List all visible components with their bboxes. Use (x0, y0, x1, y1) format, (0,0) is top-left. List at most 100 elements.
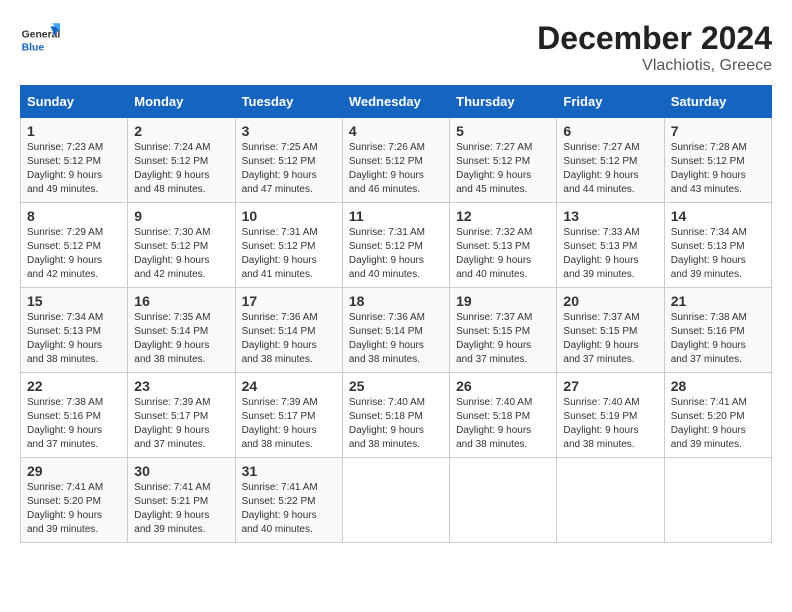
day-number: 7 (671, 123, 765, 139)
calendar-cell: 13 Sunrise: 7:33 AMSunset: 5:13 PMDayligh… (557, 203, 664, 288)
weekday-header: Wednesday (342, 86, 449, 118)
day-number: 5 (456, 123, 550, 139)
calendar-cell (664, 458, 771, 543)
calendar-cell: 9 Sunrise: 7:30 AMSunset: 5:12 PMDaylight… (128, 203, 235, 288)
cell-info: Sunrise: 7:32 AMSunset: 5:13 PMDaylight:… (456, 226, 550, 282)
day-number: 30 (134, 463, 228, 479)
weekday-header: Tuesday (235, 86, 342, 118)
calendar-cell: 4 Sunrise: 7:26 AMSunset: 5:12 PMDaylight… (342, 118, 449, 203)
day-number: 11 (349, 208, 443, 224)
cell-info: Sunrise: 7:39 AMSunset: 5:17 PMDaylight:… (134, 396, 228, 452)
cell-info: Sunrise: 7:38 AMSunset: 5:16 PMDaylight:… (27, 396, 121, 452)
calendar-cell: 18 Sunrise: 7:36 AMSunset: 5:14 PMDayligh… (342, 288, 449, 373)
day-number: 10 (242, 208, 336, 224)
day-number: 12 (456, 208, 550, 224)
day-number: 25 (349, 378, 443, 394)
calendar-cell: 2Sunrise: 7:24 AMSunset: 5:12 PMDaylight… (128, 118, 235, 203)
cell-info: Sunrise: 7:40 AMSunset: 5:19 PMDaylight:… (563, 396, 657, 452)
day-number: 21 (671, 293, 765, 309)
cell-info: Sunrise: 7:28 AMSunset: 5:12 PMDaylight:… (671, 141, 765, 197)
weekday-header: Thursday (450, 86, 557, 118)
cell-info: Sunrise: 7:27 AMSunset: 5:12 PMDaylight:… (563, 141, 657, 197)
calendar-cell: 20 Sunrise: 7:37 AMSunset: 5:15 PMDayligh… (557, 288, 664, 373)
calendar-cell: 6 Sunrise: 7:27 AMSunset: 5:12 PMDaylight… (557, 118, 664, 203)
cell-info: Sunrise: 7:23 AMSunset: 5:12 PMDaylight:… (27, 141, 121, 197)
cell-info: Sunrise: 7:37 AMSunset: 5:15 PMDaylight:… (456, 311, 550, 367)
day-number: 31 (242, 463, 336, 479)
cell-info: Sunrise: 7:36 AMSunset: 5:14 PMDaylight:… (349, 311, 443, 367)
cell-info: Sunrise: 7:38 AMSunset: 5:16 PMDaylight:… (671, 311, 765, 367)
cell-info: Sunrise: 7:27 AMSunset: 5:12 PMDaylight:… (456, 141, 550, 197)
page-header: General Blue December 2024 Vlachiotis, G… (20, 20, 772, 75)
calendar-cell: 16 Sunrise: 7:35 AMSunset: 5:14 PMDayligh… (128, 288, 235, 373)
day-number: 20 (563, 293, 657, 309)
weekday-header: Sunday (21, 86, 128, 118)
day-number: 18 (349, 293, 443, 309)
calendar-cell (557, 458, 664, 543)
calendar-cell: 21 Sunrise: 7:38 AMSunset: 5:16 PMDayligh… (664, 288, 771, 373)
cell-info: Sunrise: 7:34 AMSunset: 5:13 PMDaylight:… (671, 226, 765, 282)
calendar-cell: 5 Sunrise: 7:27 AMSunset: 5:12 PMDaylight… (450, 118, 557, 203)
cell-info: Sunrise: 7:31 AMSunset: 5:12 PMDaylight:… (349, 226, 443, 282)
day-number: 6 (563, 123, 657, 139)
calendar-cell: 8 Sunrise: 7:29 AMSunset: 5:12 PMDaylight… (21, 203, 128, 288)
cell-info: Sunrise: 7:41 AMSunset: 5:20 PMDaylight:… (27, 481, 121, 537)
day-number: 29 (27, 463, 121, 479)
cell-info: Sunrise: 7:24 AMSunset: 5:12 PMDaylight:… (134, 141, 228, 197)
calendar-cell: 30 Sunrise: 7:41 AMSunset: 5:21 PMDayligh… (128, 458, 235, 543)
calendar-cell: 29 Sunrise: 7:41 AMSunset: 5:20 PMDayligh… (21, 458, 128, 543)
day-number: 4 (349, 123, 443, 139)
cell-info: Sunrise: 7:25 AMSunset: 5:12 PMDaylight:… (242, 141, 336, 197)
day-number: 27 (563, 378, 657, 394)
day-number: 1 (27, 123, 121, 139)
svg-text:Blue: Blue (22, 42, 45, 53)
cell-info: Sunrise: 7:41 AMSunset: 5:21 PMDaylight:… (134, 481, 228, 537)
month-title: December 2024 (537, 20, 772, 57)
cell-info: Sunrise: 7:30 AMSunset: 5:12 PMDaylight:… (134, 226, 228, 282)
day-number: 26 (456, 378, 550, 394)
day-number: 24 (242, 378, 336, 394)
weekday-header: Saturday (664, 86, 771, 118)
calendar-cell: 17Sunrise: 7:36 AMSunset: 5:14 PMDayligh… (235, 288, 342, 373)
calendar-cell: 3 Sunrise: 7:25 AMSunset: 5:12 PMDaylight… (235, 118, 342, 203)
cell-info: Sunrise: 7:26 AMSunset: 5:12 PMDaylight:… (349, 141, 443, 197)
day-number: 8 (27, 208, 121, 224)
cell-info: Sunrise: 7:37 AMSunset: 5:15 PMDaylight:… (563, 311, 657, 367)
calendar-cell: 28Sunrise: 7:41 AMSunset: 5:20 PMDayligh… (664, 373, 771, 458)
calendar-cell: 26 Sunrise: 7:40 AMSunset: 5:18 PMDayligh… (450, 373, 557, 458)
cell-info: Sunrise: 7:29 AMSunset: 5:12 PMDaylight:… (27, 226, 121, 282)
cell-info: Sunrise: 7:35 AMSunset: 5:14 PMDaylight:… (134, 311, 228, 367)
calendar-cell: 27 Sunrise: 7:40 AMSunset: 5:19 PMDayligh… (557, 373, 664, 458)
cell-info: Sunrise: 7:41 AMSunset: 5:22 PMDaylight:… (242, 481, 336, 537)
title-area: December 2024 Vlachiotis, Greece (537, 20, 772, 75)
weekday-header: Monday (128, 86, 235, 118)
calendar-cell: 19Sunrise: 7:37 AMSunset: 5:15 PMDayligh… (450, 288, 557, 373)
cell-info: Sunrise: 7:40 AMSunset: 5:18 PMDaylight:… (349, 396, 443, 452)
day-number: 13 (563, 208, 657, 224)
logo: General Blue (20, 20, 64, 60)
calendar-cell: 7 Sunrise: 7:28 AMSunset: 5:12 PMDaylight… (664, 118, 771, 203)
day-number: 22 (27, 378, 121, 394)
cell-info: Sunrise: 7:41 AMSunset: 5:20 PMDaylight:… (671, 396, 765, 452)
day-number: 14 (671, 208, 765, 224)
calendar-cell: 14 Sunrise: 7:34 AMSunset: 5:13 PMDayligh… (664, 203, 771, 288)
calendar-cell: 10 Sunrise: 7:31 AMSunset: 5:12 PMDayligh… (235, 203, 342, 288)
day-number: 23 (134, 378, 228, 394)
calendar-cell: 31 Sunrise: 7:41 AMSunset: 5:22 PMDayligh… (235, 458, 342, 543)
calendar-cell: 12 Sunrise: 7:32 AMSunset: 5:13 PMDayligh… (450, 203, 557, 288)
cell-info: Sunrise: 7:33 AMSunset: 5:13 PMDaylight:… (563, 226, 657, 282)
calendar-cell (342, 458, 449, 543)
calendar-cell: 15Sunrise: 7:34 AMSunset: 5:13 PMDayligh… (21, 288, 128, 373)
calendar-cell: 11 Sunrise: 7:31 AMSunset: 5:12 PMDayligh… (342, 203, 449, 288)
calendar-cell: 22 Sunrise: 7:38 AMSunset: 5:16 PMDayligh… (21, 373, 128, 458)
day-number: 16 (134, 293, 228, 309)
day-number: 9 (134, 208, 228, 224)
calendar-cell: 23 Sunrise: 7:39 AMSunset: 5:17 PMDayligh… (128, 373, 235, 458)
cell-info: Sunrise: 7:39 AMSunset: 5:17 PMDaylight:… (242, 396, 336, 452)
calendar-cell: 25 Sunrise: 7:40 AMSunset: 5:18 PMDayligh… (342, 373, 449, 458)
location-title: Vlachiotis, Greece (537, 57, 772, 75)
day-number: 3 (242, 123, 336, 139)
cell-info: Sunrise: 7:40 AMSunset: 5:18 PMDaylight:… (456, 396, 550, 452)
calendar-cell (450, 458, 557, 543)
cell-info: Sunrise: 7:31 AMSunset: 5:12 PMDaylight:… (242, 226, 336, 282)
